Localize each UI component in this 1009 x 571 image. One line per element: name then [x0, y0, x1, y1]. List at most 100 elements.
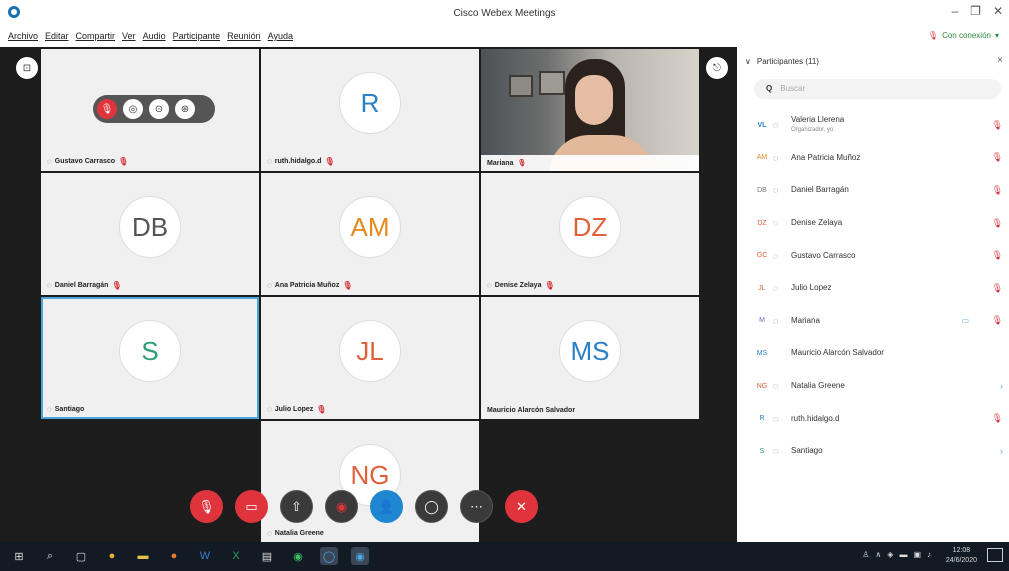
share-button[interactable]: ⇧	[280, 490, 313, 523]
shield-icon[interactable]: ◈	[887, 550, 893, 559]
video-tile[interactable]: NG ◌ Natalia Greene	[261, 421, 479, 543]
wall-frame	[509, 75, 533, 97]
record-icon[interactable]: ⊛	[175, 99, 195, 119]
video-tile[interactable]: DB ◌ Daniel Barragán 🎙	[41, 173, 259, 295]
muted-icon[interactable]: 🎙	[992, 185, 1003, 196]
battery-icon[interactable]: ▬	[899, 550, 907, 559]
menu-audio[interactable]: Audio	[143, 31, 166, 41]
people-icon[interactable]: ♙	[862, 550, 869, 559]
list-item[interactable]: NG ◌ Natalia Greene ›	[737, 370, 1009, 403]
word-icon[interactable]: W	[196, 547, 214, 565]
menu-archivo[interactable]: Archivo	[8, 31, 38, 41]
close-icon[interactable]: ×	[997, 55, 1003, 66]
share-icon[interactable]: ⊙	[149, 99, 169, 119]
muted-icon: 🎙	[118, 157, 129, 166]
participant-avatar: NG	[756, 382, 768, 390]
muted-icon[interactable]: 🎙	[992, 250, 1003, 261]
video-tile[interactable]: R ◌ ruth.hidalgo.d 🎙	[261, 49, 479, 171]
microphone-icon: 🎙	[198, 498, 215, 514]
avatar: AM	[339, 196, 401, 258]
muted-icon[interactable]: 🎙	[992, 283, 1003, 294]
minimize-button[interactable]: –	[951, 4, 958, 18]
close-window-button[interactable]: ✕	[993, 4, 1003, 18]
speaker-icon: ◌	[267, 157, 272, 166]
video-tile[interactable]: DZ ◌ Denise Zelaya 🎙	[481, 173, 699, 295]
maximize-button[interactable]: ❐	[970, 4, 981, 18]
record-button[interactable]: ◉	[325, 490, 358, 523]
popout-icon[interactable]: ⎋	[706, 57, 728, 79]
excel-icon[interactable]: X	[227, 547, 245, 565]
video-tile-active[interactable]: S ◌ Santiago	[41, 297, 259, 419]
list-item[interactable]: S ◌ Santiago ›	[737, 435, 1009, 468]
chat-button[interactable]: ◯	[415, 490, 448, 523]
taskbar: ⊞ ⌕ ▢ ● ▬ ● W X ▤ ◉ ◯ ◉ ♙ ∧ ◈ ▬ ▣ ♪ 12:0…	[0, 542, 1009, 571]
participant-name: Santiago	[791, 446, 823, 456]
menu-reunion[interactable]: Reunión	[227, 31, 261, 41]
list-item[interactable]: AM ◌ Ana Patricia Muñoz 🎙	[737, 142, 1009, 175]
list-item[interactable]: DB ◌ Daniel Barragán 🎙	[737, 174, 1009, 207]
chrome-icon[interactable]: ●	[103, 547, 121, 565]
list-item[interactable]: R ◌ ruth.hidalgo.d 🎙	[737, 402, 1009, 435]
participants-button[interactable]: 👤	[370, 490, 403, 523]
firefox-icon[interactable]: ●	[165, 547, 183, 565]
search-input[interactable]: Q Buscar	[754, 79, 1001, 99]
whatsapp-icon[interactable]: ◉	[289, 547, 307, 565]
avatar: R	[339, 72, 401, 134]
webex-meetings-taskbar-icon[interactable]: ◉	[351, 547, 369, 565]
chevron-up-icon[interactable]: ∧	[875, 550, 881, 559]
video-tile[interactable]: 🎙 ◎ ⊙ ⊛ ◌ Gustavo Carrasco 🎙	[41, 49, 259, 171]
speaker-icon: ◌	[47, 405, 52, 414]
task-view-icon[interactable]: ▢	[72, 547, 90, 565]
webex-taskbar-icon[interactable]: ◯	[320, 547, 338, 565]
participant-avatar: DB	[757, 186, 767, 194]
list-item[interactable]: GC ◌ Gustavo Carrasco 🎙	[737, 239, 1009, 272]
file-explorer-icon[interactable]: ▬	[134, 547, 152, 565]
video-camera-icon[interactable]: ▭	[961, 316, 969, 325]
participant-name: Ana Patricia Muñoz	[791, 152, 861, 162]
video-button[interactable]: ▭	[235, 490, 268, 523]
speaker-icon: ◌	[773, 120, 779, 131]
avatar: MS	[559, 320, 621, 382]
camera-icon[interactable]: ◎	[123, 99, 143, 119]
panel-header[interactable]: ∨ Participantes (11)	[745, 57, 819, 66]
menu-ver[interactable]: Ver	[122, 31, 136, 41]
list-item[interactable]: M ◌ Mariana ▭ 🎙	[737, 305, 1009, 338]
video-tile-camera[interactable]: Mariana 🎙	[481, 49, 699, 171]
search-placeholder: Buscar	[780, 84, 806, 93]
list-item[interactable]: DZ ◌ Denise Zelaya 🎙	[737, 207, 1009, 240]
participant-avatar: S	[759, 447, 765, 455]
notepad-icon[interactable]: ▤	[258, 547, 276, 565]
windows-start-icon[interactable]: ⊞	[10, 547, 28, 565]
menu-participante[interactable]: Participante	[173, 31, 221, 41]
menu-compartir[interactable]: Compartir	[76, 31, 116, 41]
muted-icon[interactable]: 🎙	[992, 218, 1003, 229]
menu-editar[interactable]: Editar	[45, 31, 69, 41]
muted-icon[interactable]: 🎙	[992, 120, 1003, 131]
muted-icon[interactable]: 🎙	[992, 315, 1003, 326]
muted-icon[interactable]: 🎙	[992, 413, 1003, 424]
clock[interactable]: 12:08 24/6/2020	[946, 546, 977, 566]
list-item[interactable]: VL ◌ Valeria Llerena Organizador, yo 🎙	[737, 109, 1009, 142]
volume-icon[interactable]: ♪	[927, 550, 931, 559]
mute-button[interactable]: 🎙	[190, 490, 223, 523]
menu-bar: Archivo Editar Compartir Ver Audio Parti…	[0, 28, 1009, 46]
menu-ayuda[interactable]: Ayuda	[268, 31, 293, 41]
network-icon[interactable]: ▣	[913, 550, 921, 559]
avatar: DZ	[559, 196, 621, 258]
leave-meeting-button[interactable]: ✕	[505, 490, 538, 523]
participant-name: ruth.hidalgo.d	[791, 413, 840, 423]
notification-icon[interactable]	[987, 548, 1003, 562]
list-item[interactable]: MS Mauricio Alarcón Salvador	[737, 337, 1009, 370]
video-tile[interactable]: MS Mauricio Alarcón Salvador	[481, 297, 699, 419]
connection-status[interactable]: 🎙 Con conexión ▾	[928, 31, 999, 40]
participant-name: Valeria Llerena	[791, 115, 845, 125]
more-button[interactable]: ⋯	[460, 490, 493, 523]
list-item[interactable]: JL ◌ Julio Lopez 🎙	[737, 272, 1009, 305]
grid-layout-icon[interactable]: ⊡	[16, 57, 38, 79]
mute-icon[interactable]: 🎙	[97, 99, 117, 119]
participant-list: VL ◌ Valeria Llerena Organizador, yo 🎙 AM…	[737, 109, 1009, 468]
muted-icon[interactable]: 🎙	[992, 152, 1003, 163]
video-tile[interactable]: AM ◌ Ana Patricia Muñoz 🎙	[261, 173, 479, 295]
video-tile[interactable]: JL ◌ Julio Lopez 🎙	[261, 297, 479, 419]
search-icon[interactable]: ⌕	[41, 547, 59, 565]
